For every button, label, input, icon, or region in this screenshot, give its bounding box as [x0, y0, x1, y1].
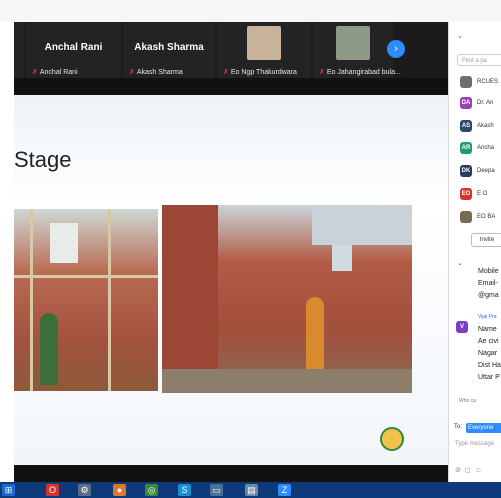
scaffold-beam	[14, 275, 158, 278]
mic-muted-icon: ✗	[32, 69, 38, 76]
participant-row[interactable]: EO E O	[460, 188, 501, 202]
participant-tile-eo-jahangirabad[interactable]: ✗ Eo Jahangirabad bula...	[313, 22, 401, 78]
mic-muted-icon: ✗	[319, 69, 325, 76]
sky	[312, 205, 412, 245]
window-icon[interactable]: ▭	[210, 484, 223, 496]
opera-icon[interactable]: O	[46, 484, 59, 496]
woman-figure	[306, 297, 324, 377]
participant-name-label: ✗ Anchal Rani	[32, 69, 78, 76]
participant-gallery: Anchal Rani ✗ Anchal Rani Akash Sharma ✗ A…	[14, 22, 448, 78]
who-can-see-note: Who ca	[459, 398, 476, 404]
chat-line: Name	[478, 326, 497, 333]
zoom-icon[interactable]: Z	[278, 484, 291, 496]
brick-wall	[162, 205, 218, 393]
settings-icon[interactable]: ⚙	[78, 484, 91, 496]
chevron-down-icon[interactable]: ⌄	[457, 259, 463, 267]
chat-line: Nagar	[478, 350, 498, 357]
participant-display-name: Anchal Rani	[44, 42, 103, 53]
chat-line: @gma	[478, 292, 499, 299]
chat-line: Uttar P	[478, 374, 500, 381]
mic-muted-icon: ✗	[223, 69, 229, 76]
avatar	[460, 76, 472, 88]
avatar: AS	[460, 120, 472, 132]
participant-tile-akash-sharma[interactable]: Akash Sharma ✗ Akash Sharma	[123, 22, 215, 78]
meeting-view: Anchal Rani ✗ Anchal Rani Akash Sharma ✗ A…	[14, 22, 448, 482]
construction-photo-2	[162, 205, 412, 393]
next-page-button[interactable]: ›	[387, 40, 405, 58]
participant-row[interactable]: DK Deepa	[460, 165, 501, 179]
avatar: V	[456, 321, 468, 333]
chrome-icon[interactable]: ◎	[145, 484, 158, 496]
avatar: DA	[460, 97, 472, 109]
construction-photo-1	[14, 209, 158, 391]
avatar	[460, 211, 472, 223]
to-label: To:	[454, 424, 463, 430]
chat-line: Mobile	[478, 268, 499, 275]
chat-message-input[interactable]: Type message	[455, 441, 494, 447]
window-top-strip	[0, 0, 501, 22]
skype-icon[interactable]: S	[178, 484, 191, 496]
chat-tools-icons[interactable]: ⊘ ◻ ☺	[455, 466, 483, 474]
participant-tile-eo-ngp[interactable]: ✗ Eo Ngp Thakurdwara	[217, 22, 311, 78]
participant-video	[247, 26, 281, 60]
participant-tile-anchal-rani[interactable]: Anchal Rani ✗ Anchal Rani	[26, 22, 121, 78]
scaffold-pole	[108, 209, 111, 391]
chat-line: Email-	[478, 280, 498, 287]
participant-row[interactable]: AR Ancha	[460, 142, 501, 156]
participant-video	[336, 26, 370, 60]
participant-name-label: ✗ Akash Sharma	[129, 69, 183, 76]
participant-search-input[interactable]: Find a pa	[457, 54, 501, 66]
chevron-down-icon[interactable]: ⌄	[457, 32, 463, 40]
participants-chat-panel: ⌄ Find a pa RCUES DA Dr. An AS Akash AR …	[448, 22, 501, 482]
participant-display-name: Akash Sharma	[134, 42, 204, 53]
shared-slide: Stage	[14, 95, 448, 465]
chat-line: Dist Ha	[478, 362, 501, 369]
windows-taskbar: ⊞ O ⚙ ● ◎ S ▭ ▤ Z	[0, 482, 501, 498]
slide-title: Stage	[14, 147, 72, 172]
window-opening	[332, 245, 352, 271]
invite-button[interactable]: Invite	[471, 233, 501, 247]
start-icon[interactable]: ⊞	[2, 484, 15, 496]
scaffold-pole	[30, 209, 33, 391]
emblem-logo	[380, 427, 404, 451]
document-icon[interactable]: ▤	[245, 484, 258, 496]
avatar: DK	[460, 165, 472, 177]
participant-name-label: ✗ Eo Ngp Thakurdwara	[223, 69, 297, 76]
participant-row[interactable]: RCUES	[460, 76, 501, 90]
firefox-icon[interactable]: ●	[113, 484, 126, 496]
participant-tile[interactable]	[14, 22, 24, 78]
woman-figure	[40, 313, 58, 385]
chat-sender: Vijai Pra	[478, 314, 497, 320]
participant-row[interactable]: DA Dr. An	[460, 97, 501, 111]
mic-muted-icon: ✗	[129, 69, 135, 76]
participant-name-label: ✗ Eo Jahangirabad bula...	[319, 69, 401, 76]
ground	[162, 369, 412, 393]
avatar: AR	[460, 142, 472, 154]
window-opening	[50, 223, 78, 263]
avatar: EO	[460, 188, 472, 200]
participant-row[interactable]: AS Akash	[460, 120, 501, 134]
chat-line: Ae civi	[478, 338, 499, 345]
participant-row[interactable]: EO BA	[460, 211, 501, 225]
recipient-dropdown[interactable]: Everyone	[466, 423, 501, 433]
